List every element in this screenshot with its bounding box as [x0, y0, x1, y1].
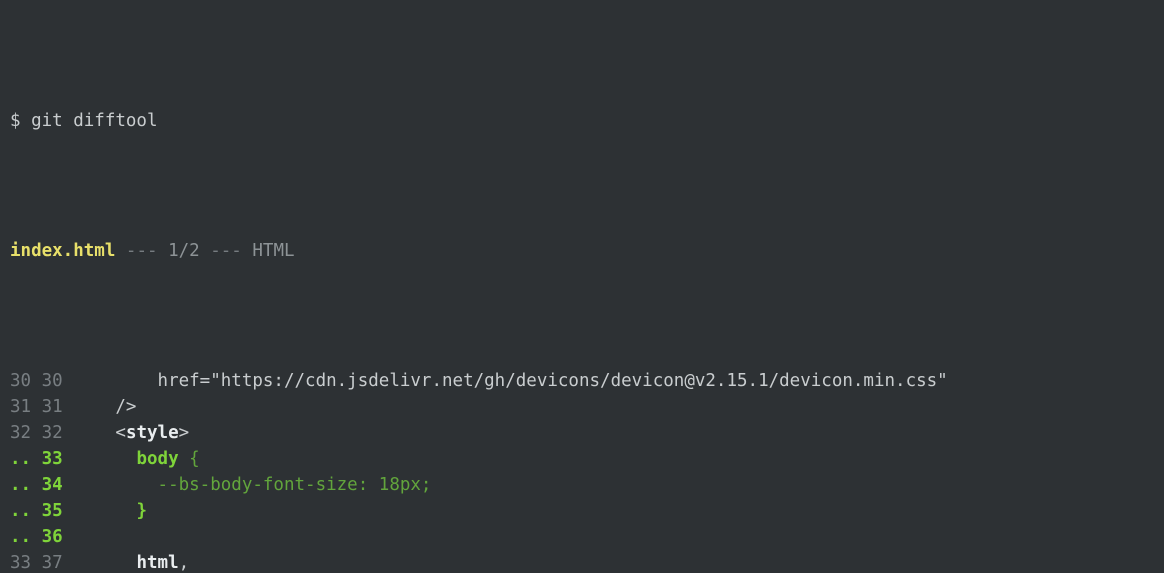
line-number-new: 30 — [41, 371, 63, 391]
hunk-separator-left — [115, 241, 126, 261]
gutter-space — [31, 371, 42, 391]
line-number-old: .. — [10, 527, 32, 547]
sp1 — [158, 241, 169, 261]
sp3 — [242, 241, 253, 261]
diff-line: .. 36 — [0, 524, 1164, 550]
line-number-old: 31 — [10, 397, 32, 417]
code-keyword: style — [125, 423, 179, 443]
code-text: /> — [115, 397, 137, 417]
diff-line: 31 31 /> — [0, 394, 1164, 420]
shell-prompt-line: $ git difftool — [0, 108, 1164, 134]
gutter-space — [63, 449, 95, 469]
hunk-dash-left: --- — [125, 241, 158, 261]
diff-line: 30 30 href="https://cdn.jsdelivr.net/gh/… — [0, 368, 1164, 394]
diff-line: .. 33 body { — [0, 446, 1164, 472]
line-number-old: .. — [10, 449, 32, 469]
line-number-new: 36 — [41, 527, 63, 547]
hunk-counter: 1/2 — [168, 241, 200, 261]
code-punct: < — [115, 423, 126, 443]
diff-line: 33 37 html, — [0, 550, 1164, 573]
hunk-dash-right: --- — [210, 241, 242, 261]
diff-line: .. 35 } — [0, 498, 1164, 524]
line-number-new: 31 — [41, 397, 63, 417]
gutter-space — [31, 397, 42, 417]
line-number-old: .. — [10, 501, 32, 521]
gutter-space — [63, 423, 95, 443]
gutter-space — [63, 501, 95, 521]
gutter-space — [31, 475, 42, 495]
code-punct: , — [178, 553, 190, 573]
line-number-new: 32 — [41, 423, 63, 443]
gutter-space — [63, 527, 95, 547]
line-number-new: 35 — [41, 501, 63, 521]
code-text: href="https://cdn.jsdelivr.net/gh/devico… — [157, 371, 948, 391]
line-number-old: 33 — [10, 553, 32, 573]
sp2 — [200, 241, 211, 261]
gutter-space — [63, 553, 95, 573]
code-keyword: } — [136, 501, 148, 521]
gutter-space — [63, 475, 95, 495]
gutter-space — [31, 553, 42, 573]
hunk-1-body: 30 30 href="https://cdn.jsdelivr.net/gh/… — [0, 368, 1164, 573]
code-punct: > — [178, 423, 190, 443]
gutter-space — [31, 527, 42, 547]
line-number-old: 30 — [10, 371, 32, 391]
code-text: --bs-body-font-size: 18px; — [157, 475, 432, 495]
gutter-space — [31, 449, 42, 469]
gutter-space — [63, 371, 95, 391]
line-number-new: 33 — [41, 449, 63, 469]
code-keyword: body — [136, 449, 179, 469]
code-keyword: html — [136, 553, 179, 573]
gutter-space — [63, 397, 95, 417]
line-number-old: 32 — [10, 423, 32, 443]
hunk-header-1: index.html --- 1/2 --- HTML — [0, 238, 1164, 264]
line-number-old: .. — [10, 475, 32, 495]
terminal-window: $ git difftool index.html --- 1/2 --- HT… — [0, 0, 1164, 573]
line-number-new: 37 — [41, 553, 63, 573]
code-punct: { — [178, 449, 200, 469]
hunk-language: HTML — [252, 241, 295, 261]
diff-line: .. 34 --bs-body-font-size: 18px; — [0, 472, 1164, 498]
diff-line: 32 32 <style> — [0, 420, 1164, 446]
hunk-filename: index.html — [10, 241, 116, 261]
command-text: $ git difftool — [10, 111, 158, 131]
gutter-space — [31, 501, 42, 521]
gutter-space — [31, 423, 42, 443]
line-number-new: 34 — [41, 475, 63, 495]
